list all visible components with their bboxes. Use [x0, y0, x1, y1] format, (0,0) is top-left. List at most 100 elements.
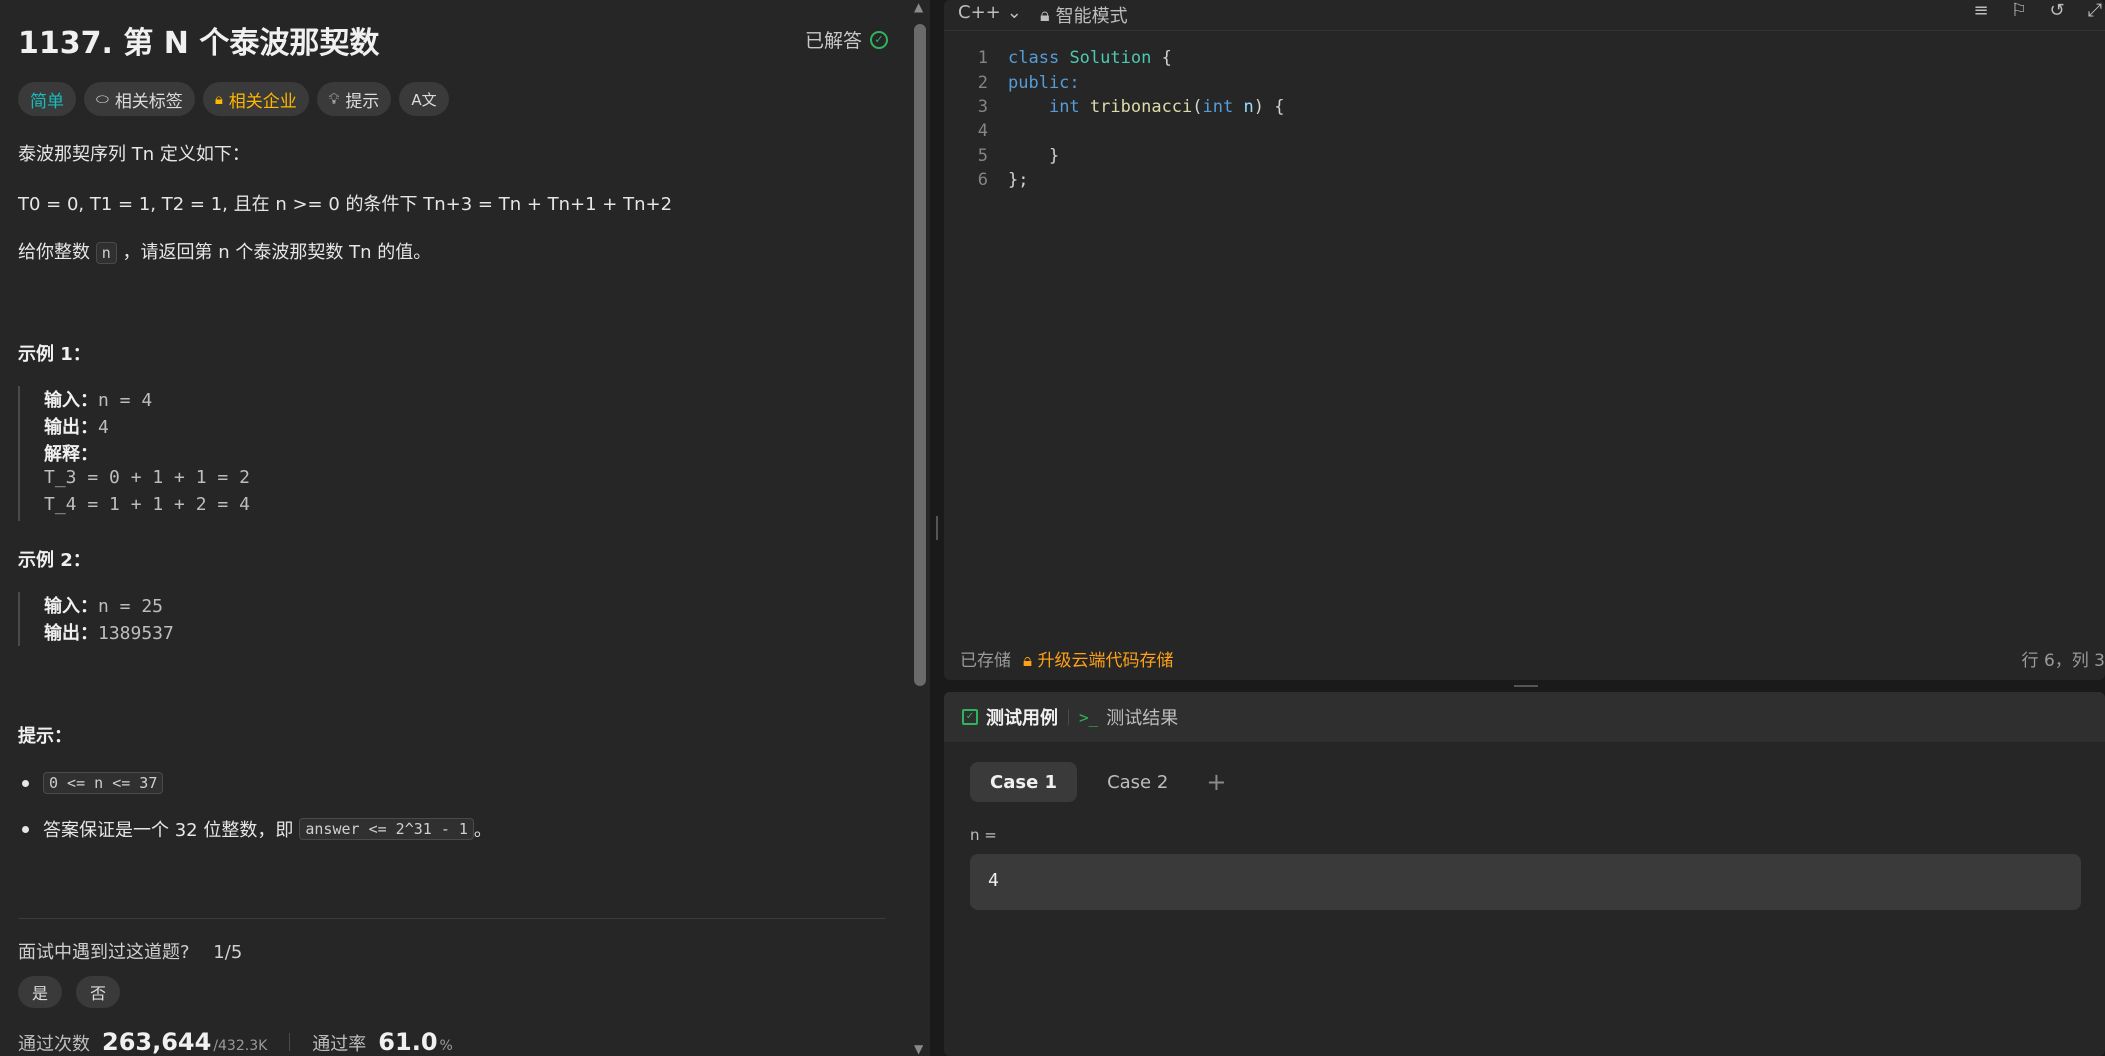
constraint-2-end: 。 [473, 820, 492, 841]
example2-output-label: 输出： [44, 623, 98, 644]
checkbox-icon: ✓ [962, 709, 978, 725]
bullet-dot [22, 779, 29, 787]
tab-testcases[interactable]: ✓ 测试用例 [962, 704, 1058, 730]
example2-output: 1389537 [98, 623, 174, 644]
line-number: 3 [977, 96, 988, 117]
description-panel: 1137. 第 N 个泰波那契数 已解答 ✓ 简单 ⬭ 相关标签 🔒︎ 相关企业 [0, 0, 910, 1056]
lightbulb-icon: 💡︎ [328, 90, 340, 108]
upgrade-storage-label: 升级云端代码存储 [1037, 650, 1174, 671]
case-1-tab[interactable]: Case 1 [970, 762, 1078, 802]
example1-explain-label: 解释： [44, 444, 98, 465]
constraint-2-text: 答案保证是一个 32 位整数，即 [43, 820, 294, 841]
code-token: ) { [1253, 96, 1285, 117]
resize-grip [1514, 685, 1538, 687]
language-label: C++ [958, 2, 1001, 23]
task-var-code: n [95, 242, 117, 264]
horizontal-resize-handle[interactable] [944, 680, 2105, 692]
chevron-down-icon: ⌄ [1006, 2, 1022, 23]
line-number: 4 [977, 121, 988, 142]
expand-icon[interactable]: ⤢ [2085, 0, 2105, 21]
related-tags-button[interactable]: ⬭ 相关标签 [84, 82, 195, 116]
difficulty-tag[interactable]: 简单 [18, 82, 76, 116]
case-2-tab[interactable]: Case 2 [1087, 762, 1188, 802]
related-tags-label: 相关标签 [114, 91, 183, 112]
code-line: 3 int tribonacci(int n) { [944, 95, 1285, 119]
line-number: 6 [977, 170, 988, 191]
example2-heading: 示例 2： [18, 550, 91, 571]
task-text: 给你整数 n ，请返回第 n 个泰波那契数 Tn 的值。 [18, 238, 431, 264]
example1-explain-line1: T_3 = 0 + 1 + 1 = 2 [44, 467, 250, 488]
stats-separator [289, 1033, 291, 1051]
saved-status: 已存储 [960, 650, 1011, 671]
difficulty-label: 简单 [30, 91, 64, 112]
code-line: 5 } [944, 144, 1284, 168]
yes-button[interactable]: 是 [18, 976, 63, 1008]
intro-text: 泰波那契序列 Tn 定义如下： [18, 144, 250, 165]
code-token: }; [1008, 170, 1029, 191]
task-suffix: ，请返回第 n 个泰波那契数 Tn 的值。 [122, 242, 432, 263]
related-companies-button[interactable]: 🔒︎ 相关企业 [202, 82, 309, 116]
problem-title: 1137. 第 N 个泰波那契数 [18, 26, 380, 61]
smart-mode-label: 智能模式 [1055, 6, 1128, 27]
code-token: class [1008, 48, 1060, 69]
hint-label: 提示 [345, 91, 380, 112]
description-scrollbar[interactable]: ▲ ▼ [910, 0, 930, 1056]
example1-explain-line2: T_4 = 1 + 1 + 2 = 4 [44, 494, 250, 515]
related-companies-label: 相关企业 [228, 91, 297, 112]
interview-answer: 是 否 [18, 976, 121, 1008]
translate-button[interactable]: A文 [399, 82, 449, 116]
code-token: { [1151, 48, 1172, 69]
code-token: int [1202, 96, 1234, 117]
language-select[interactable]: C++ ⌄ [958, 2, 1022, 23]
terminal-icon: >_ [1079, 707, 1099, 727]
code-token: Solution [1069, 48, 1152, 69]
bullet-dot [22, 825, 29, 833]
editor-actions: ≡ ⚐ ↺ ⤢ [1971, 0, 2105, 21]
upgrade-storage-link[interactable]: 🔒︎ 升级云端代码存储 [1023, 646, 1173, 671]
translate-icon: A文 [411, 90, 437, 109]
tab-separator [1068, 709, 1069, 725]
add-case-button[interactable]: + [1206, 768, 1226, 796]
hint-button[interactable]: 💡︎ 提示 [316, 82, 392, 116]
testcase-panel: ✓ 测试用例 >_ 测试结果 Case 1 Case 2 + n = 4 [944, 692, 2105, 1056]
bookmark-icon[interactable]: ⚐ [2009, 0, 2029, 21]
constraint-1-code: 0 <= n <= 37 [43, 772, 164, 794]
problem-tags: 简单 ⬭ 相关标签 🔒︎ 相关企业 💡︎ 提示 A文 [18, 82, 449, 116]
constraint-1: 0 <= n <= 37 [18, 772, 164, 794]
definition-text: T0 = 0, T1 = 1, T2 = 1, 且在 n >= 0 的条件下 T… [18, 190, 672, 216]
scroll-up-icon[interactable]: ▲ [914, 0, 923, 14]
reset-icon[interactable]: ↺ [2047, 0, 2067, 21]
tag-icon: ⬭ [96, 90, 109, 108]
stats-row: 通过次数 263,644 /432.3K 通过率 61.0 % [18, 1028, 453, 1056]
example1-input: n = 4 [98, 390, 153, 411]
code-token: public: [1008, 72, 1080, 93]
scrollbar-thumb[interactable] [914, 24, 926, 686]
no-button[interactable]: 否 [76, 976, 121, 1008]
example2-input-label: 输入： [44, 596, 98, 617]
format-icon[interactable]: ≡ [1971, 0, 1991, 21]
lock-icon: 🔒︎ [1040, 4, 1050, 26]
solved-label: 已解答 [804, 30, 862, 52]
example1-heading: 示例 1： [18, 344, 91, 365]
code-token: int [1048, 96, 1080, 117]
tab-testresults[interactable]: >_ 测试结果 [1079, 704, 1178, 730]
vertical-resize-handle[interactable] [930, 0, 944, 1056]
code-area[interactable]: 1 class Solution { 2 public: 3 int tribo… [944, 46, 1285, 192]
variable-input[interactable]: 4 [970, 854, 2081, 910]
code-token: } [1048, 145, 1060, 166]
case-selector: Case 1 Case 2 + [970, 762, 1226, 802]
accepted-label: 通过次数 [18, 1034, 90, 1055]
smart-mode[interactable]: 🔒︎ 智能模式 [1040, 2, 1128, 28]
code-editor-panel: C++ ⌄ 🔒︎ 智能模式 ≡ ⚐ ↺ ⤢ 1 class Solution {… [944, 0, 2105, 680]
rate-label: 通过率 [312, 1034, 367, 1055]
example1-output: 4 [98, 417, 109, 438]
example1-output-label: 输出： [44, 417, 98, 438]
code-line: 1 class Solution { [944, 46, 1284, 70]
line-number: 1 [977, 48, 988, 69]
example2-block: 输入：n = 25 输出：1389537 [18, 592, 174, 646]
task-prefix: 给你整数 [18, 242, 90, 263]
scroll-down-icon[interactable]: ▼ [914, 1042, 923, 1056]
code-token: n [1243, 96, 1254, 117]
testcase-tabs: ✓ 测试用例 >_ 测试结果 [944, 692, 2105, 742]
submissions-value: /432.3K [213, 1038, 268, 1054]
